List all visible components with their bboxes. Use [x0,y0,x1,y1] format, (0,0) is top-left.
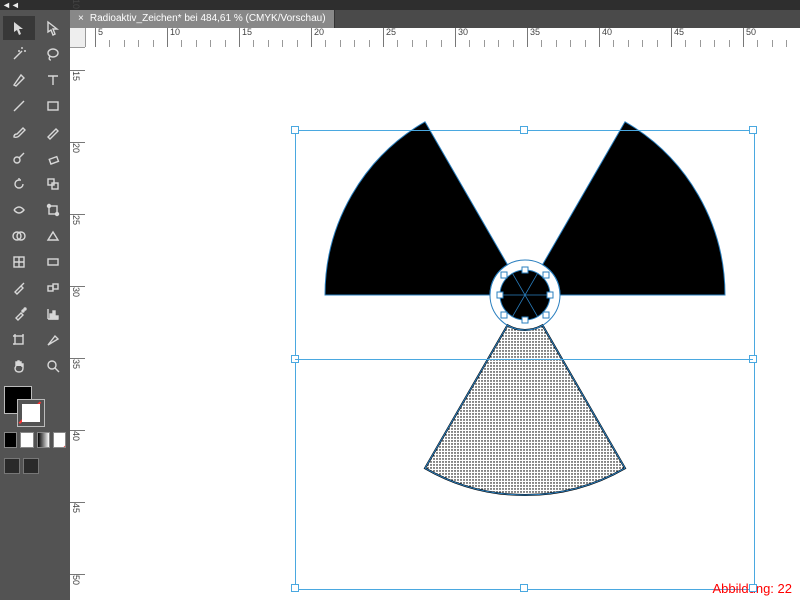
bbox-handle[interactable] [520,126,528,134]
bbox-handle[interactable] [749,584,757,592]
tool-perspective[interactable] [37,224,69,248]
tool-blend[interactable] [37,276,69,300]
color-black[interactable] [4,432,17,448]
tool-width[interactable] [3,198,35,222]
tool-selection[interactable] [3,16,35,40]
tool-slice[interactable] [37,328,69,352]
tool-hand[interactable] [3,354,35,378]
stroke-swatch[interactable] [17,399,45,427]
color-none[interactable] [53,432,66,448]
screen-mode[interactable] [4,458,20,474]
tool-graph[interactable] [37,302,69,326]
tool-zoom[interactable] [37,354,69,378]
bbox-handle[interactable] [520,584,528,592]
tool-mesh[interactable] [3,250,35,274]
tool-pencil[interactable] [37,120,69,144]
tool-line-segment[interactable] [3,94,35,118]
bbox-handle[interactable] [291,126,299,134]
tool-gradient[interactable] [37,250,69,274]
bbox-handle[interactable] [749,126,757,134]
tool-shape-builder[interactable] [3,224,35,248]
tool-paintbrush[interactable] [3,120,35,144]
tool-blob-brush[interactable] [3,146,35,170]
tool-pen[interactable] [3,68,35,92]
panel-collapse[interactable]: ◄◄ [0,0,800,10]
color-white[interactable] [20,432,33,448]
tool-symbol-sprayer[interactable] [3,302,35,326]
tool-scale[interactable] [37,172,69,196]
tool-eyedropper[interactable] [3,276,35,300]
color-swatches [0,378,70,426]
document-tabbar: × Radioaktiv_Zeichen* bei 484,61 % (CMYK/… [70,10,800,28]
tool-lasso[interactable] [37,42,69,66]
document-title: Radioaktiv_Zeichen* bei 484,61 % (CMYK/V… [90,13,326,24]
tool-type[interactable] [37,68,69,92]
tool-rectangle[interactable] [37,94,69,118]
tools-panel [0,10,70,600]
tool-magic-wand[interactable] [3,42,35,66]
document-tab[interactable]: × Radioaktiv_Zeichen* bei 484,61 % (CMYK/… [70,10,335,28]
ruler-horizontal[interactable]: 5101520253035404550 [85,28,800,48]
ruler-origin[interactable] [70,28,86,48]
tool-eraser[interactable] [37,146,69,170]
ruler-vertical[interactable]: 101520253035404550 [70,28,86,600]
draw-mode[interactable] [23,458,39,474]
tool-free-transform[interactable] [37,198,69,222]
canvas[interactable]: Abbildung: 22 [85,47,800,600]
color-gradient[interactable] [37,432,50,448]
tool-direct-selection[interactable] [37,16,69,40]
bbox-handle[interactable] [291,584,299,592]
tool-artboard[interactable] [3,328,35,352]
close-tab-icon[interactable]: × [78,13,84,24]
artwork-radioactive[interactable] [305,97,745,537]
tool-rotate[interactable] [3,172,35,196]
